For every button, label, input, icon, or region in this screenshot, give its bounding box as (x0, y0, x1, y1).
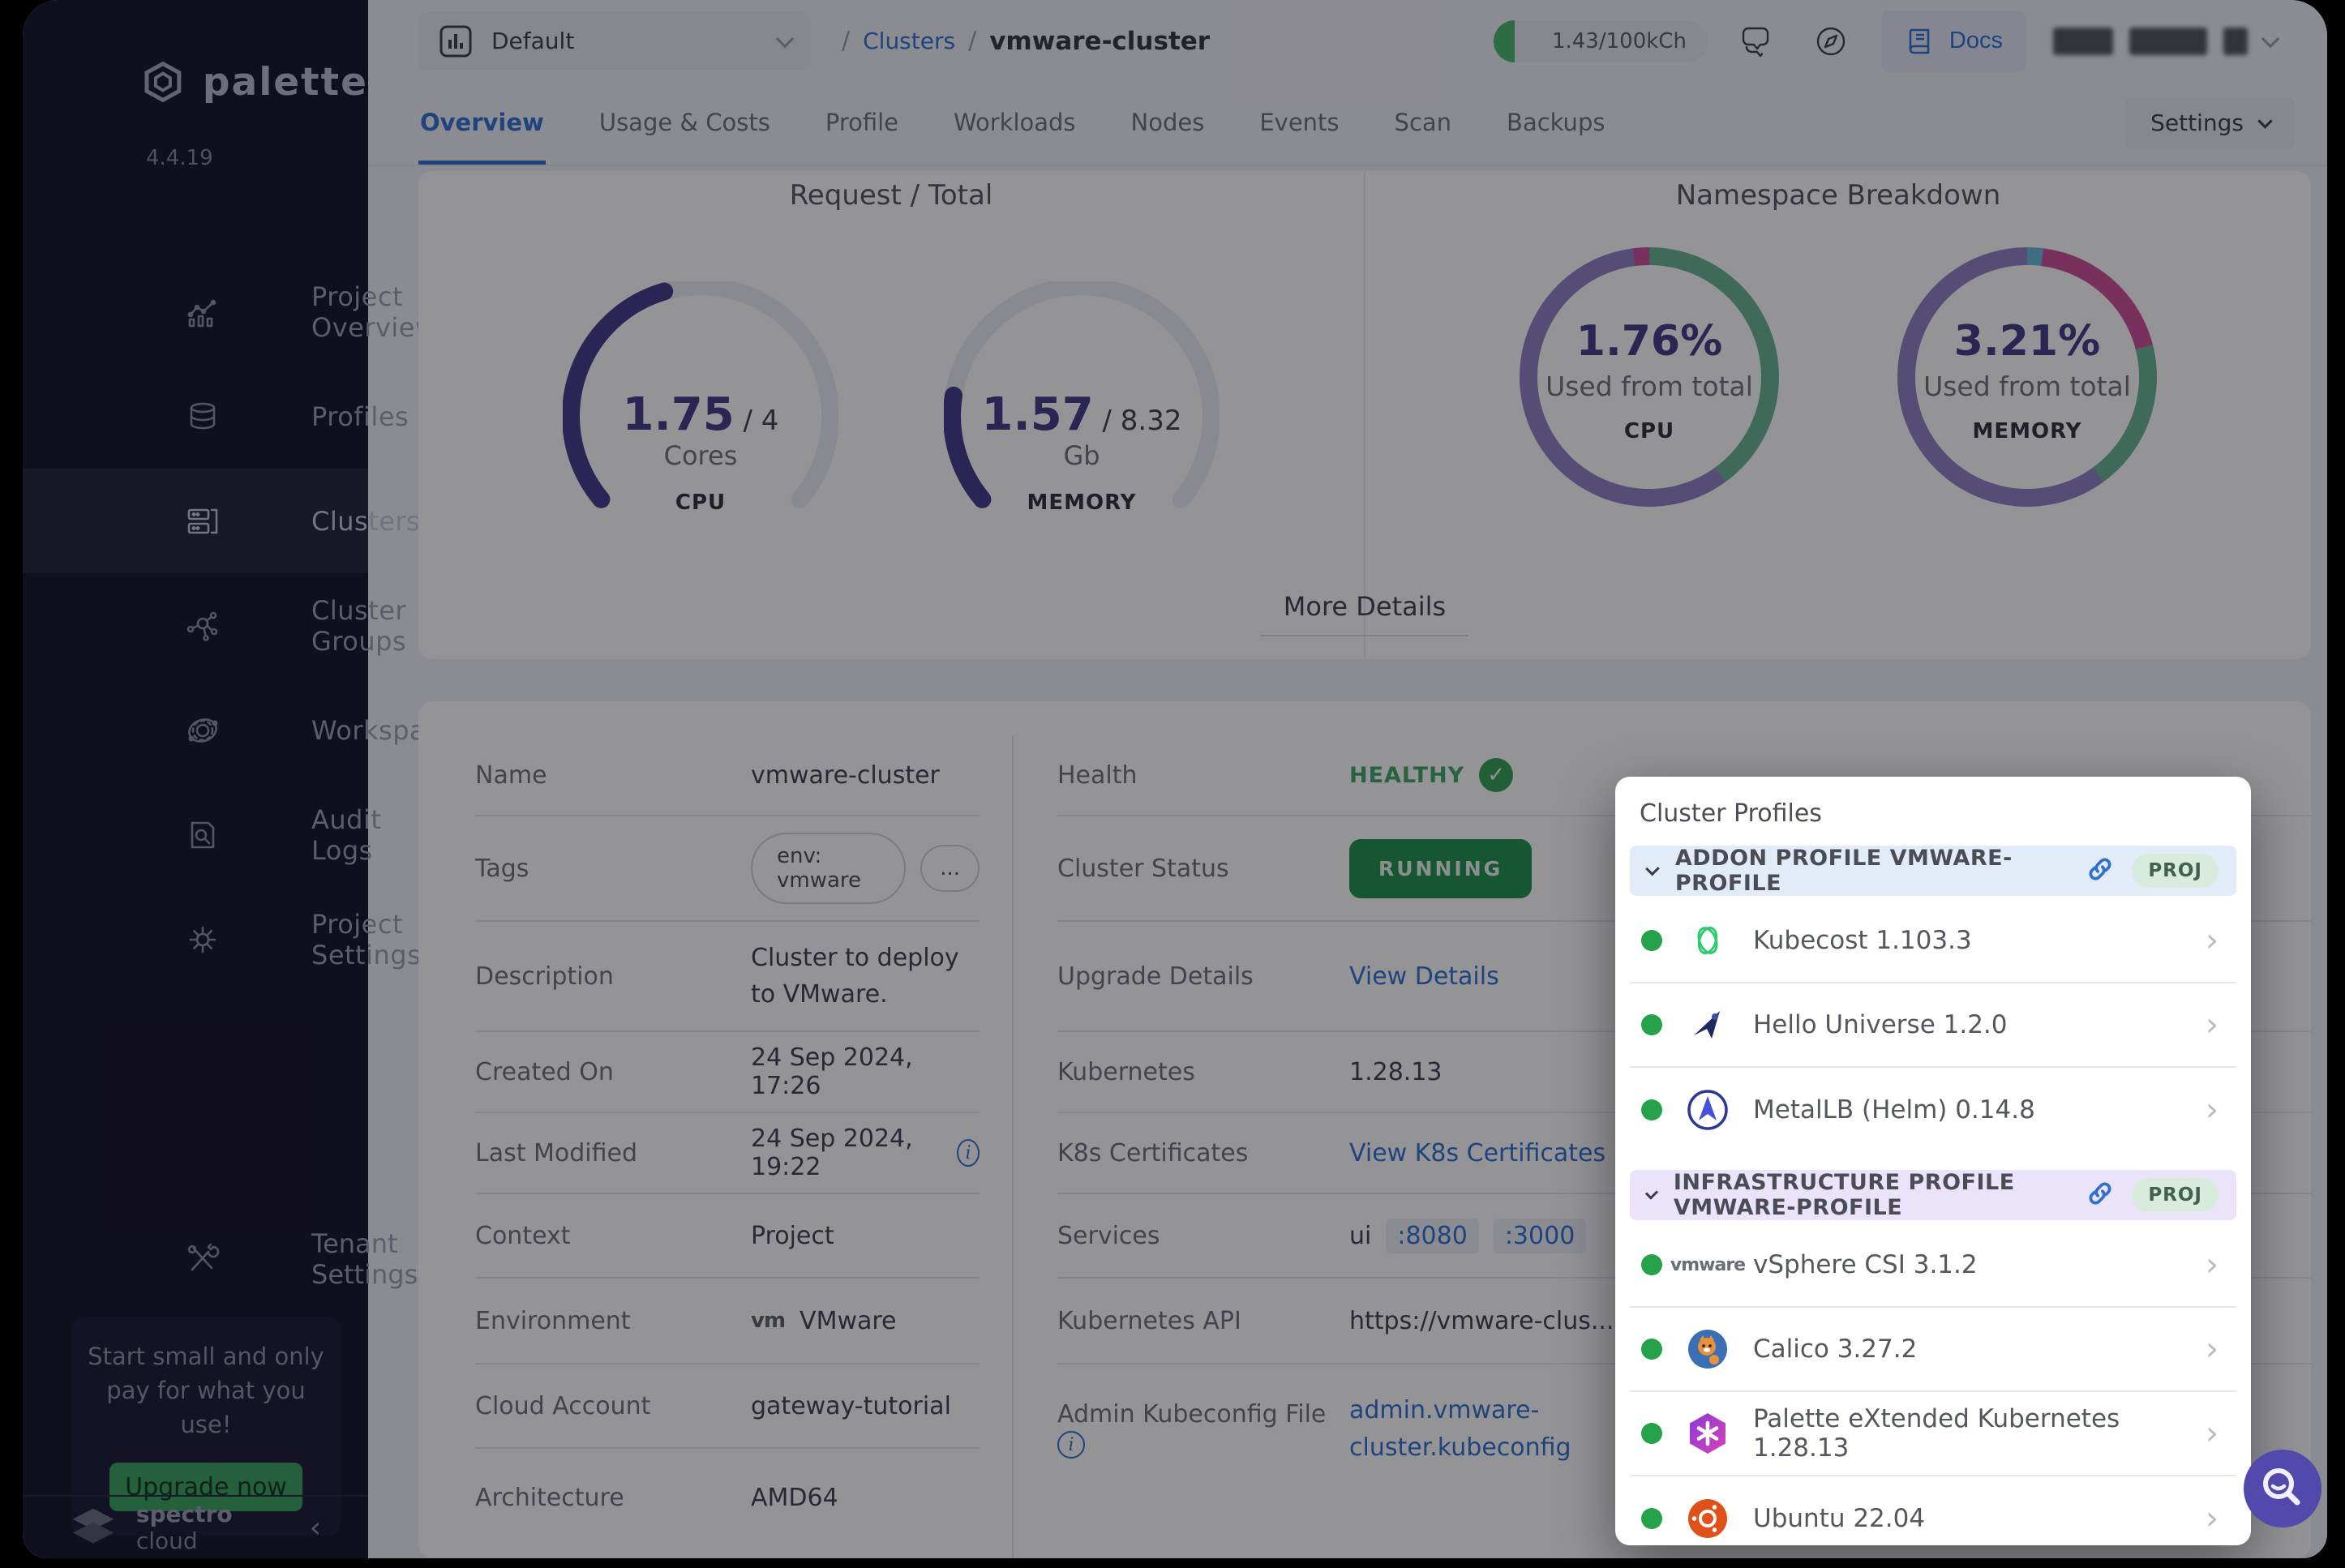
status-dot (1641, 1508, 1662, 1529)
hello-universe-icon (1685, 1002, 1730, 1047)
chevron-right-icon: › (2206, 1330, 2225, 1368)
profile-layer-ubuntu[interactable]: Ubuntu 22.04 › (1630, 1476, 2236, 1545)
pxk-icon (1685, 1411, 1730, 1456)
link-icon (2086, 855, 2114, 886)
link-icon (2086, 1180, 2114, 1210)
status-dot (1641, 1014, 1662, 1035)
status-dot (1641, 1423, 1662, 1444)
chevron-down-icon (1645, 862, 1660, 876)
infrastructure-profile-header[interactable]: INFRASTRUCTURE PROFILE VMWARE-PROFILE PR… (1630, 1170, 2236, 1220)
search-smile-icon (2256, 1462, 2309, 1515)
chevron-right-icon: › (2206, 1500, 2225, 1537)
ubuntu-icon (1685, 1496, 1730, 1541)
search-fab-button[interactable] (2244, 1450, 2321, 1527)
chevron-right-icon: › (2206, 922, 2225, 959)
status-dot (1641, 1339, 1662, 1360)
vmware-icon: vmware (1685, 1242, 1730, 1287)
app-window: palette 4.4.19 Project Overview Profiles (23, 0, 2327, 1558)
cluster-profiles-title: Cluster Profiles (1615, 777, 2251, 846)
profile-layer-palette-extended-kubernetes[interactable]: Palette eXtended Kubernetes 1.28.13 › (1630, 1392, 2236, 1476)
infrastructure-profile-items: vmware vSphere CSI 3.1.2 › Calico 3.27.2… (1630, 1223, 2236, 1545)
status-dot (1641, 1254, 1662, 1275)
proj-scope-badge: PROJ (2132, 1178, 2219, 1212)
status-dot (1641, 1099, 1662, 1120)
status-dot (1641, 930, 1662, 951)
calico-icon (1685, 1326, 1730, 1372)
addon-profile-items: Kubecost 1.103.3 › Hello Universe 1.2.0 … (1630, 899, 2236, 1152)
cluster-profiles-panel: Cluster Profiles ADDON PROFILE VMWARE-PR… (1615, 777, 2251, 1545)
proj-scope-badge: PROJ (2132, 854, 2219, 888)
chevron-down-icon (1645, 1186, 1658, 1199)
profile-layer-vsphere-csi[interactable]: vmware vSphere CSI 3.1.2 › (1630, 1223, 2236, 1308)
addon-profile-header[interactable]: ADDON PROFILE VMWARE-PROFILE PROJ (1630, 846, 2236, 896)
chevron-right-icon: › (2206, 1091, 2225, 1129)
chevron-right-icon: › (2206, 1006, 2225, 1043)
chevron-right-icon: › (2206, 1415, 2225, 1452)
profile-layer-hello-universe[interactable]: Hello Universe 1.2.0 › (1630, 983, 2236, 1068)
chevron-right-icon: › (2206, 1246, 2225, 1283)
profile-layer-kubecost[interactable]: Kubecost 1.103.3 › (1630, 899, 2236, 983)
kubecost-icon (1685, 918, 1730, 963)
addon-profile-name: ADDON PROFILE VMWARE-PROFILE (1675, 846, 2068, 896)
profile-layer-metallb[interactable]: MetalLB (Helm) 0.14.8 › (1630, 1068, 2236, 1152)
metallb-icon (1685, 1087, 1730, 1133)
profile-layer-calico[interactable]: Calico 3.27.2 › (1630, 1308, 2236, 1392)
infrastructure-profile-name: INFRASTRUCTURE PROFILE VMWARE-PROFILE (1674, 1170, 2068, 1220)
